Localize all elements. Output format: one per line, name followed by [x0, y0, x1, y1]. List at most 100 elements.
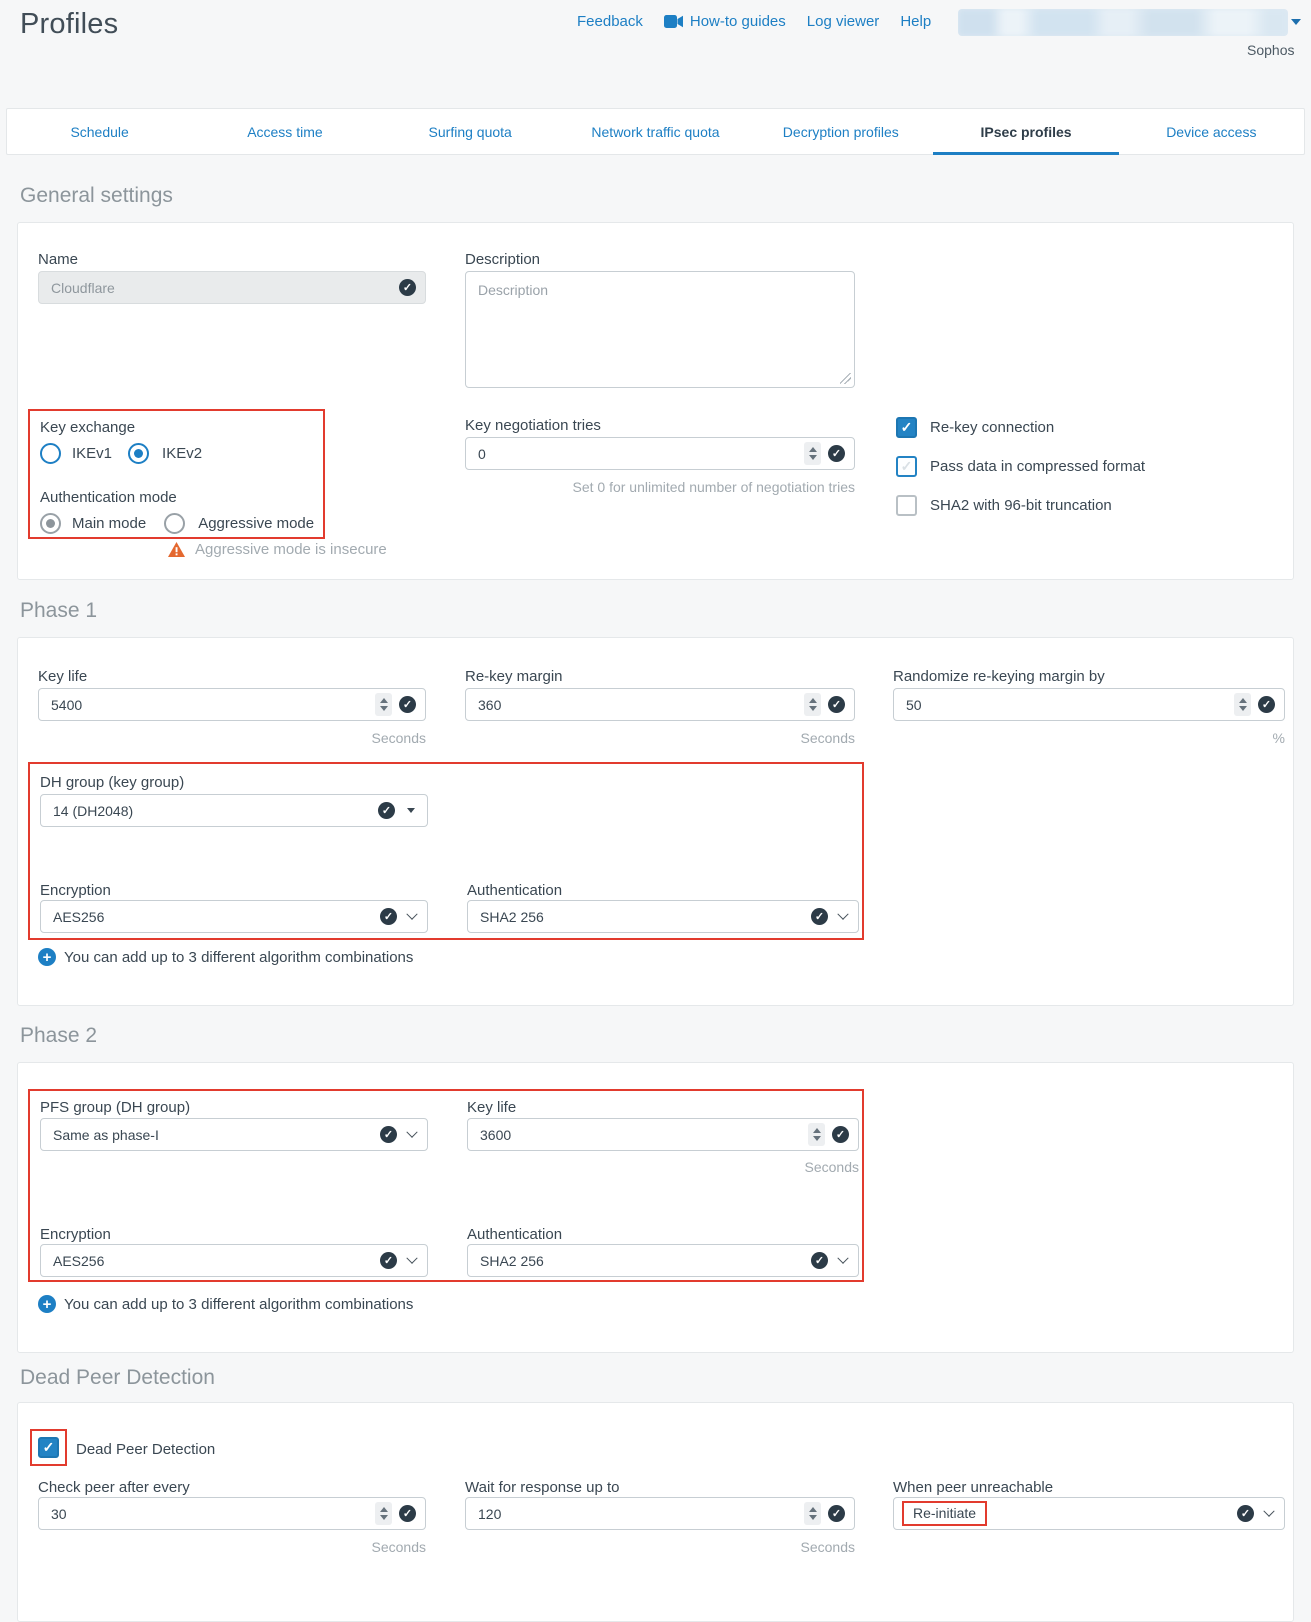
radio-ikev2-label[interactable]: IKEv2 [162, 445, 202, 462]
p1-rekey-margin-input[interactable]: ✓ [465, 688, 855, 721]
spinner-up-icon[interactable] [380, 698, 388, 703]
p1-rekey-margin-value[interactable] [466, 689, 854, 720]
name-label: Name [38, 251, 78, 268]
p1-randomize-value[interactable] [894, 689, 1284, 720]
p1-encryption-select[interactable]: AES256 ✓ [40, 900, 428, 933]
valid-check-icon: ✓ [828, 696, 845, 713]
rekey-connection-checkbox[interactable]: ✓ [896, 417, 917, 438]
sha2-truncation-label[interactable]: SHA2 with 96-bit truncation [930, 497, 1112, 514]
howto-guides-link[interactable]: How-to guides [664, 13, 786, 30]
spinner-down-icon[interactable] [809, 706, 817, 711]
radio-ikev1[interactable] [40, 443, 61, 464]
auth-mode-options: Main mode Aggressive mode [40, 513, 314, 534]
check-peer-value[interactable] [39, 1498, 425, 1529]
radio-ikev1-label[interactable]: IKEv1 [72, 445, 112, 462]
tab-bar: Schedule Access time Surfing quota Netwo… [6, 108, 1305, 155]
tab-access-time[interactable]: Access time [192, 109, 377, 154]
feedback-link[interactable]: Feedback [577, 13, 643, 30]
number-spinner[interactable] [804, 693, 821, 716]
wait-response-value[interactable] [466, 1498, 854, 1529]
number-spinner[interactable] [1234, 693, 1251, 716]
p1-randomize-input[interactable]: ✓ [893, 688, 1285, 721]
p2-pfs-group-select[interactable]: Same as phase-I ✓ [40, 1118, 428, 1151]
valid-check-icon: ✓ [399, 1505, 416, 1522]
compressed-format-checkbox[interactable]: ✓ [896, 456, 917, 477]
spinner-up-icon[interactable] [809, 698, 817, 703]
number-spinner[interactable] [808, 1123, 825, 1146]
p1-key-life-value[interactable] [39, 689, 425, 720]
resize-grip-icon[interactable] [840, 373, 851, 384]
dpd-checkbox[interactable]: ✓ [38, 1437, 59, 1458]
number-spinner[interactable] [375, 693, 392, 716]
description-input[interactable] [465, 271, 855, 388]
spinner-down-icon[interactable] [380, 706, 388, 711]
spinner-up-icon[interactable] [809, 1507, 817, 1512]
p1-dh-group-select[interactable]: 14 (DH2048) ✓ [40, 794, 428, 827]
warning-text: Aggressive mode is insecure [195, 541, 387, 558]
p1-authentication-select[interactable]: SHA2 256 ✓ [467, 900, 859, 933]
tab-decryption-profiles[interactable]: Decryption profiles [748, 109, 933, 154]
tab-schedule[interactable]: Schedule [7, 109, 192, 154]
p2-authentication-label: Authentication [467, 1226, 562, 1243]
p2-encryption-select[interactable]: AES256 ✓ [40, 1244, 428, 1277]
wait-response-input[interactable]: ✓ [465, 1497, 855, 1530]
valid-check-icon: ✓ [380, 1252, 397, 1269]
spinner-down-icon[interactable] [380, 1515, 388, 1520]
phase2-heading: Phase 2 [20, 1024, 97, 1048]
p1-randomize-label: Randomize re-keying margin by [893, 668, 1105, 685]
spinner-down-icon[interactable] [809, 455, 817, 460]
check-peer-label: Check peer after every [38, 1479, 190, 1496]
number-spinner[interactable] [375, 1502, 392, 1525]
dropdown-triangle-icon[interactable] [1291, 19, 1301, 25]
spinner-up-icon[interactable] [1239, 698, 1247, 703]
radio-aggressive-mode-label[interactable]: Aggressive mode [198, 515, 314, 532]
header-links: Feedback How-to guides Log viewer Help [577, 13, 931, 30]
radio-ikev2[interactable] [128, 443, 149, 464]
chevron-down-icon [406, 1126, 417, 1137]
p1-key-life-unit: Seconds [38, 730, 426, 746]
spinner-up-icon[interactable] [380, 1507, 388, 1512]
chevron-down-icon [406, 1252, 417, 1263]
log-viewer-link[interactable]: Log viewer [807, 13, 880, 30]
check-peer-input[interactable]: ✓ [38, 1497, 426, 1530]
help-link[interactable]: Help [900, 13, 931, 30]
p2-key-life-input[interactable]: ✓ [467, 1118, 859, 1151]
number-spinner[interactable] [804, 442, 821, 465]
tab-ipsec-profiles[interactable]: IPsec profiles [933, 109, 1118, 154]
peer-unreachable-select[interactable]: Re-initiate ✓ [893, 1497, 1285, 1530]
rekey-connection-label[interactable]: Re-key connection [930, 419, 1054, 436]
spinner-up-icon[interactable] [809, 447, 817, 452]
chevron-down-icon [837, 1252, 848, 1263]
compressed-format-label[interactable]: Pass data in compressed format [930, 458, 1145, 475]
p2-authentication-value: SHA2 256 [468, 1253, 544, 1269]
key-exchange-highlight-box: Key exchange IKEv1 IKEv2 Authentication … [28, 409, 325, 539]
radio-main-mode[interactable] [40, 513, 61, 534]
tab-surfing-quota[interactable]: Surfing quota [378, 109, 563, 154]
key-negotiation-value[interactable] [466, 438, 854, 469]
number-spinner[interactable] [804, 1502, 821, 1525]
tab-network-traffic-quota[interactable]: Network traffic quota [563, 109, 748, 154]
p2-key-life-label: Key life [467, 1099, 516, 1116]
chevron-down-icon [406, 908, 417, 919]
radio-selected-dot [134, 449, 143, 458]
plus-circle-icon[interactable]: + [38, 948, 56, 966]
plus-circle-icon[interactable]: + [38, 1295, 56, 1313]
spinner-down-icon[interactable] [809, 1515, 817, 1520]
account-selector[interactable] [958, 9, 1288, 36]
tab-device-access[interactable]: Device access [1119, 109, 1304, 154]
sha2-truncation-checkbox[interactable]: ✓ [896, 495, 917, 516]
p1-dh-group-label: DH group (key group) [40, 774, 184, 791]
p2-encryption-value: AES256 [41, 1253, 104, 1269]
key-negotiation-input[interactable]: ✓ [465, 437, 855, 470]
radio-main-mode-label[interactable]: Main mode [72, 515, 146, 532]
radio-aggressive-mode[interactable] [164, 513, 185, 534]
p2-key-life-value[interactable] [468, 1119, 858, 1150]
p2-authentication-select[interactable]: SHA2 256 ✓ [467, 1244, 859, 1277]
valid-check-icon: ✓ [811, 908, 828, 925]
spinner-down-icon[interactable] [813, 1136, 821, 1141]
key-exchange-label: Key exchange [40, 419, 135, 436]
spinner-down-icon[interactable] [1239, 706, 1247, 711]
spinner-up-icon[interactable] [813, 1128, 821, 1133]
p1-key-life-input[interactable]: ✓ [38, 688, 426, 721]
dpd-toggle-label[interactable]: Dead Peer Detection [76, 1441, 215, 1458]
